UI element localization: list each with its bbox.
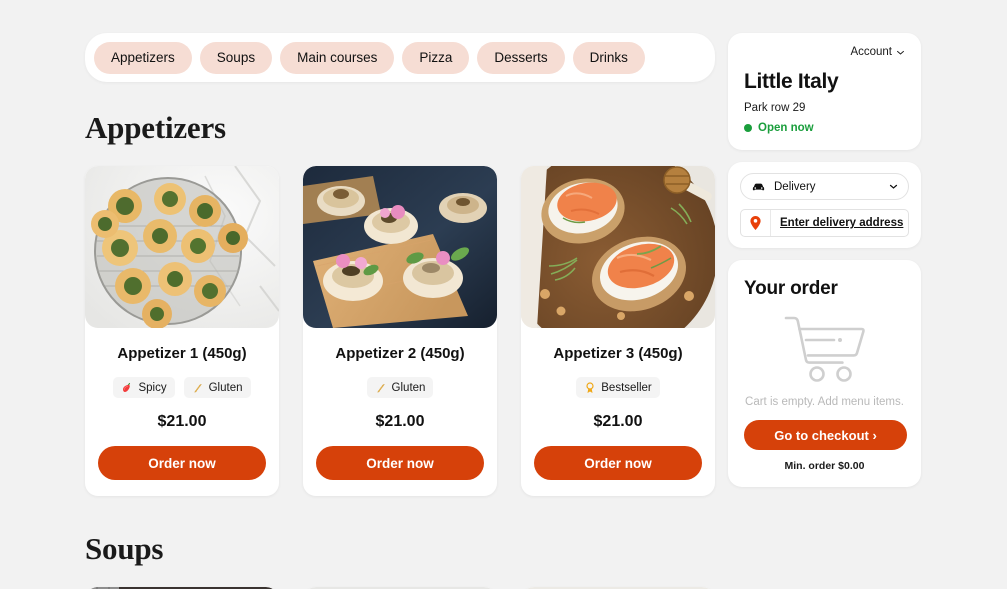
wheat-icon bbox=[377, 383, 385, 392]
nav-tab-drinks[interactable]: Drinks bbox=[572, 41, 645, 74]
delivery-address-field[interactable]: Enter delivery address bbox=[740, 209, 909, 237]
badge-label: Gluten bbox=[208, 381, 243, 394]
chili-pepper-icon bbox=[123, 382, 131, 392]
delivery-method-label: Delivery bbox=[774, 180, 816, 193]
badge-label: Bestseller bbox=[601, 381, 652, 394]
product-card[interactable]: Appetizer 2 (450g) Gluten $21.00 Order n… bbox=[303, 166, 497, 496]
cart-empty-message: Cart is empty. Add menu items. bbox=[745, 396, 904, 408]
badge-gluten: Gluten bbox=[366, 377, 434, 398]
store-name: Little Italy bbox=[744, 70, 839, 93]
product-card[interactable]: Appetizer 3 (450g) Bestseller $21.00 Ord… bbox=[521, 166, 715, 496]
store-address: Park row 29 bbox=[744, 102, 806, 114]
order-now-button[interactable]: Order now bbox=[98, 446, 266, 480]
product-photo-pastry-canapes bbox=[303, 166, 497, 328]
nav-tab-appetizers[interactable]: Appetizers bbox=[94, 41, 192, 74]
product-badges: Spicy Gluten bbox=[113, 377, 251, 398]
product-badges: Gluten bbox=[366, 377, 434, 398]
nav-tab-main-courses[interactable]: Main courses bbox=[280, 41, 395, 74]
chevron-down-icon bbox=[889, 184, 898, 189]
chevron-down-icon bbox=[897, 50, 904, 55]
store-status: Open now bbox=[744, 122, 905, 134]
nav-tab-pizza[interactable]: Pizza bbox=[402, 41, 470, 74]
appetizers-card-row: Appetizer 1 (450g) Spicy Gluten $21.00 O… bbox=[85, 166, 715, 496]
nav-tab-desserts[interactable]: Desserts bbox=[477, 41, 565, 74]
badge-gluten: Gluten bbox=[183, 377, 251, 398]
cart-illustration bbox=[744, 312, 905, 384]
product-photo-spinach-pinwheels bbox=[85, 166, 279, 328]
product-badges: Bestseller bbox=[576, 377, 660, 398]
product-title: Appetizer 2 (450g) bbox=[335, 345, 465, 362]
order-panel-title: Your order bbox=[744, 278, 838, 299]
product-title: Appetizer 3 (450g) bbox=[553, 345, 683, 362]
menu-main-column: Appetizers Soups Main courses Pizza Dess… bbox=[85, 33, 715, 589]
product-card[interactable]: Appetizer 1 (450g) Spicy Gluten $21.00 O… bbox=[85, 166, 279, 496]
store-info-panel: Account Little Italy Park row 29 Open no… bbox=[728, 33, 921, 150]
order-now-button[interactable]: Order now bbox=[534, 446, 702, 480]
section-heading-appetizers: Appetizers bbox=[85, 110, 226, 145]
sidebar: Account Little Italy Park row 29 Open no… bbox=[728, 33, 921, 487]
product-price: $21.00 bbox=[593, 413, 643, 430]
account-menu[interactable]: Account bbox=[744, 46, 905, 58]
section-heading-soups: Soups bbox=[85, 531, 164, 566]
product-photo-salmon-toasts bbox=[521, 166, 715, 328]
nav-tab-soups[interactable]: Soups bbox=[199, 41, 273, 74]
restaurant-menu-page: Appetizers Soups Main courses Pizza Dess… bbox=[0, 0, 1007, 589]
delivery-address-label[interactable]: Enter delivery address bbox=[771, 217, 908, 229]
order-panel: Your order Cart is empty. Add menu items… bbox=[728, 260, 921, 487]
shopping-cart-icon bbox=[784, 316, 865, 382]
badge-bestseller: Bestseller bbox=[576, 377, 660, 398]
account-label[interactable]: Account bbox=[850, 46, 892, 58]
status-dot-icon bbox=[744, 124, 752, 132]
map-pin-icon bbox=[750, 216, 761, 230]
product-price: $21.00 bbox=[375, 413, 425, 430]
category-nav-bar: Appetizers Soups Main courses Pizza Dess… bbox=[85, 33, 715, 82]
car-icon bbox=[752, 183, 765, 191]
wheat-icon bbox=[194, 383, 202, 392]
order-now-button[interactable]: Order now bbox=[316, 446, 484, 480]
store-status-label: Open now bbox=[758, 122, 814, 134]
go-to-checkout-button[interactable]: Go to checkout › bbox=[744, 420, 907, 450]
badge-spicy: Spicy bbox=[113, 377, 175, 398]
delivery-method-select[interactable]: Delivery bbox=[740, 173, 909, 200]
min-order-note: Min. order $0.00 bbox=[784, 460, 865, 472]
delivery-panel: Delivery Enter delivery address bbox=[728, 162, 921, 248]
product-title: Appetizer 1 (450g) bbox=[117, 345, 247, 362]
badge-label: Spicy bbox=[138, 381, 167, 394]
medal-icon bbox=[586, 381, 594, 393]
map-pin-cell bbox=[741, 210, 771, 236]
product-price: $21.00 bbox=[157, 413, 207, 430]
badge-label: Gluten bbox=[391, 381, 426, 394]
